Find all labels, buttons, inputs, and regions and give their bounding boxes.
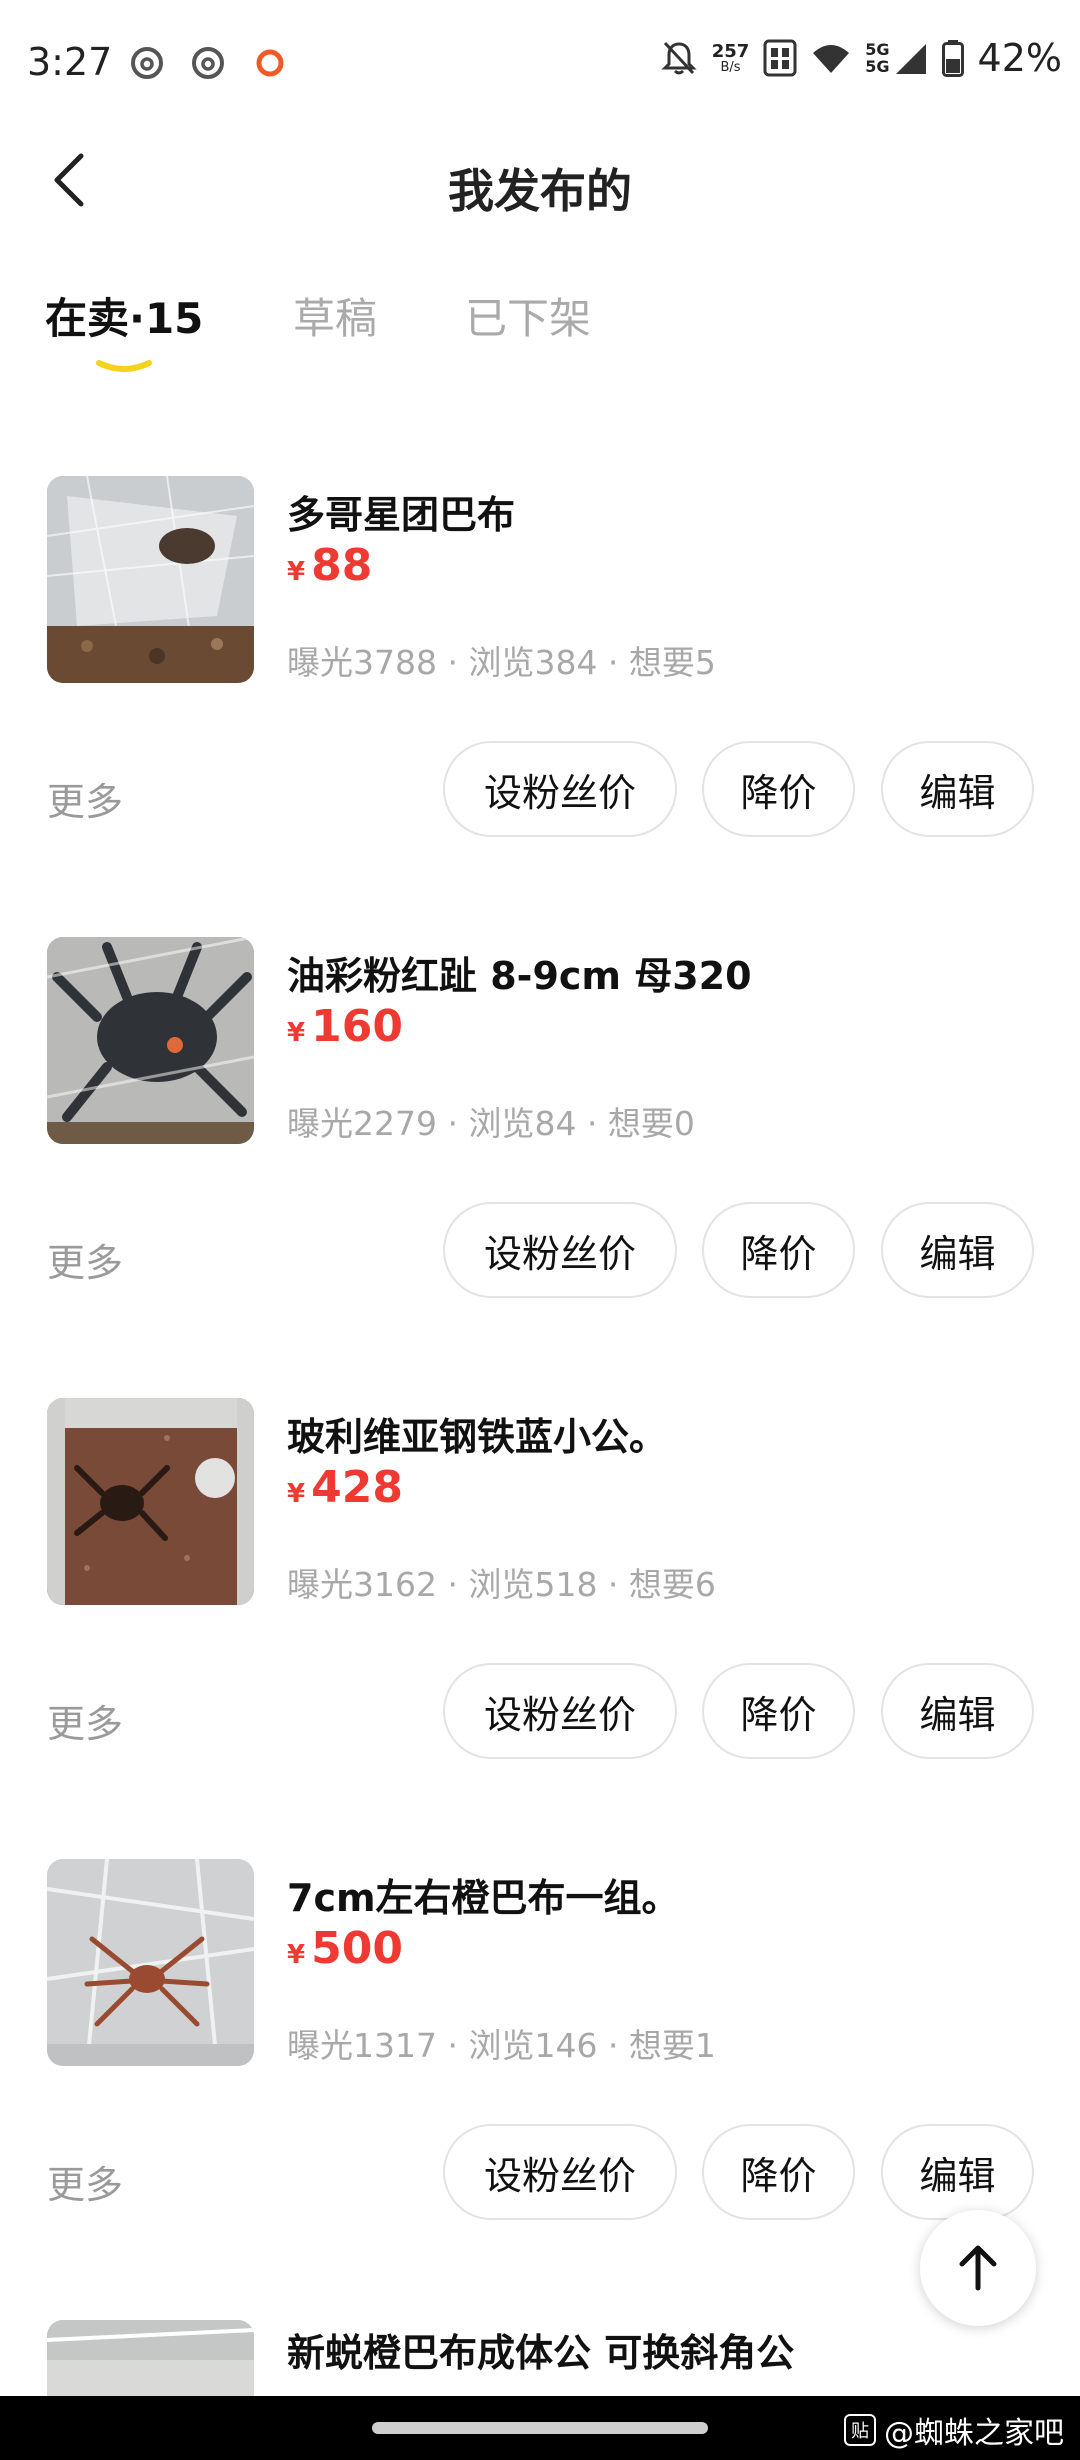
net-speed: 257 B/s xyxy=(711,40,750,75)
edit-button[interactable]: 编辑 xyxy=(881,741,1034,837)
tab-drafts[interactable]: 草稿 xyxy=(293,285,377,346)
tieba-logo: 贴 xyxy=(844,2414,876,2446)
reduce-price-button[interactable]: 降价 xyxy=(702,2124,855,2220)
more-button[interactable]: 更多 xyxy=(47,2154,123,2209)
item-title[interactable]: 7cm左右橙巴布一组。 xyxy=(287,1867,680,1922)
edit-button[interactable]: 编辑 xyxy=(881,1202,1034,1298)
item-title[interactable]: 玻利维亚钢铁蓝小公。 xyxy=(287,1406,667,1461)
currency-symbol: ¥ xyxy=(287,1018,306,1048)
item-title[interactable]: 多哥星团巴布 xyxy=(287,484,515,539)
item-stats: 曝光3162 · 浏览518 · 想要6 xyxy=(287,1565,716,1604)
more-button[interactable]: 更多 xyxy=(47,771,123,826)
list-item[interactable]: 7cm左右橙巴布一组。 ¥500 曝光1317 · 浏览146 · 想要1 更多… xyxy=(0,1859,1080,2239)
set-fan-price-button[interactable]: 设粉丝价 xyxy=(443,2124,677,2220)
tab-on-sale[interactable]: 在卖·15 xyxy=(45,285,203,346)
item-stats: 曝光2279 · 浏览84 · 想要0 xyxy=(287,1104,695,1143)
more-button[interactable]: 更多 xyxy=(47,1232,123,1287)
netease-music-icon xyxy=(131,47,163,79)
status-time: 3:27 xyxy=(27,40,113,84)
status-bar: 3:27 257 B/s 5G 5G 42% xyxy=(0,0,1080,130)
item-stats: 曝光3788 · 浏览384 · 想要5 xyxy=(287,643,716,682)
signal-label-1: 5G xyxy=(865,40,890,59)
tab-delisted[interactable]: 已下架 xyxy=(465,285,591,346)
product-thumbnail[interactable] xyxy=(47,937,254,1144)
list-item[interactable]: 玻利维亚钢铁蓝小公。 ¥428 曝光3162 · 浏览518 · 想要6 更多 … xyxy=(0,1398,1080,1778)
battery-percent: 42% xyxy=(977,36,1062,80)
reduce-price-button[interactable]: 降价 xyxy=(702,1202,855,1298)
battery-icon xyxy=(941,40,964,77)
watermark-text: @蜘蛛之家吧 xyxy=(884,2416,1064,2451)
active-tab-indicator xyxy=(96,360,152,372)
signal-label-2: 5G xyxy=(865,57,890,76)
product-thumbnail[interactable] xyxy=(47,1859,254,2066)
item-price: ¥88 xyxy=(287,540,372,591)
item-stats: 曝光1317 · 浏览146 · 想要1 xyxy=(287,2026,716,2065)
product-thumbnail[interactable] xyxy=(47,2320,254,2400)
home-indicator[interactable] xyxy=(372,2422,708,2434)
edit-button[interactable]: 编辑 xyxy=(881,1663,1034,1759)
price-amount: 428 xyxy=(311,1462,403,1513)
price-amount: 160 xyxy=(311,1001,403,1052)
currency-symbol: ¥ xyxy=(287,1479,306,1509)
netease-music-icon xyxy=(192,47,224,79)
reduce-price-button[interactable]: 降价 xyxy=(702,741,855,837)
product-thumbnail[interactable] xyxy=(47,1398,254,1605)
arrow-up-icon xyxy=(959,2245,997,2291)
item-price: ¥500 xyxy=(287,1923,403,1974)
list-item[interactable]: 多哥星团巴布 ¥88 曝光3788 · 浏览384 · 想要5 更多 设粉丝价 … xyxy=(0,476,1080,856)
mute-bell-icon xyxy=(661,41,697,75)
item-price: ¥428 xyxy=(287,1462,403,1513)
sim-card-icon xyxy=(763,39,797,77)
price-amount: 500 xyxy=(311,1923,403,1974)
watermark: 贴 @蜘蛛之家吧 xyxy=(844,2408,1064,2452)
item-title[interactable]: 新蜕橙巴布成体公 可换斜角公 xyxy=(287,2322,794,2377)
set-fan-price-button[interactable]: 设粉丝价 xyxy=(443,741,677,837)
list-item[interactable]: 油彩粉红趾 8-9cm 母320 ¥160 曝光2279 · 浏览84 · 想要… xyxy=(0,937,1080,1317)
list-item[interactable]: 新蜕橙巴布成体公 可换斜角公 xyxy=(0,2320,1080,2400)
notification-ring-icon xyxy=(256,49,284,77)
price-amount: 88 xyxy=(311,540,373,591)
product-thumbnail[interactable] xyxy=(47,476,254,683)
set-fan-price-button[interactable]: 设粉丝价 xyxy=(443,1663,677,1759)
edit-button[interactable]: 编辑 xyxy=(881,2124,1034,2220)
back-to-top-button[interactable] xyxy=(920,2210,1036,2326)
currency-symbol: ¥ xyxy=(287,1940,306,1970)
currency-symbol: ¥ xyxy=(287,557,306,587)
set-fan-price-button[interactable]: 设粉丝价 xyxy=(443,1202,677,1298)
reduce-price-button[interactable]: 降价 xyxy=(702,1663,855,1759)
status-icons: 257 B/s 5G 5G 42% xyxy=(660,36,1062,80)
net-speed-unit: B/s xyxy=(720,59,741,75)
page-title: 我发布的 xyxy=(448,164,632,218)
more-button[interactable]: 更多 xyxy=(47,1693,123,1748)
item-title[interactable]: 油彩粉红趾 8-9cm 母320 xyxy=(287,945,752,1000)
item-price: ¥160 xyxy=(287,1001,403,1052)
net-speed-value: 257 xyxy=(711,40,750,62)
cell-signal-icon xyxy=(895,44,926,74)
signal-labels: 5G 5G xyxy=(865,41,889,75)
navigation-bar: 贴 @蜘蛛之家吧 xyxy=(0,2396,1080,2460)
wifi-icon xyxy=(813,45,850,73)
